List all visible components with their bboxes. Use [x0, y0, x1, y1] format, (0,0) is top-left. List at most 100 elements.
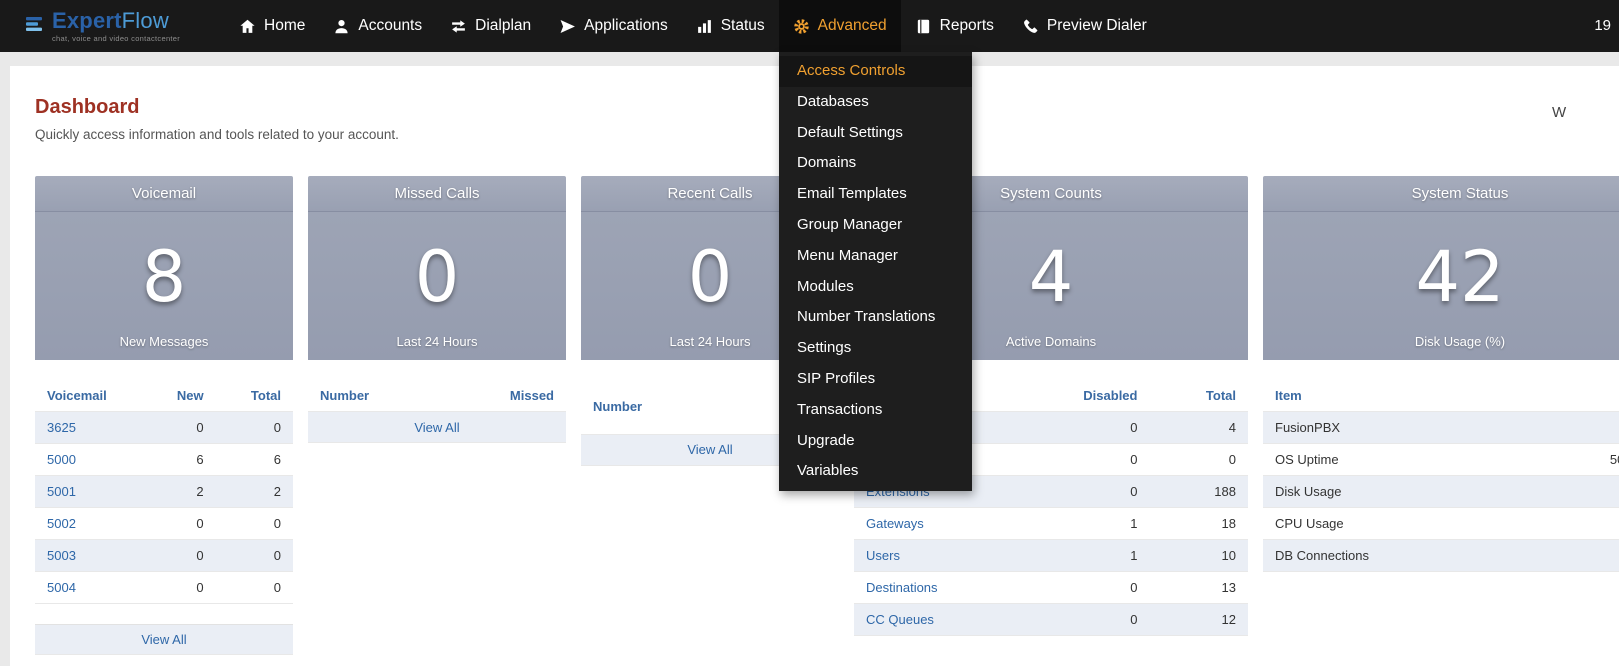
- status-item: FusionPBX: [1263, 412, 1598, 444]
- brand-logo-text: ExpertFlow chat, voice and video contact…: [52, 10, 180, 43]
- cell-total: 2: [216, 476, 293, 508]
- panel-missed-calls: Missed Calls 0 Last 24 Hours Number Miss…: [308, 176, 566, 443]
- main-nav: Home Accounts Dialplan Applications Stat…: [225, 0, 1161, 52]
- brand-name-primary: Expert: [52, 8, 122, 33]
- column-header-value: [1598, 380, 1619, 412]
- count-item-link[interactable]: Destinations: [866, 580, 938, 595]
- nav-item-home[interactable]: Home: [225, 0, 319, 52]
- table-row: CC Queues 0 12: [854, 604, 1248, 636]
- count-item-link[interactable]: Users: [866, 548, 900, 563]
- count-item-link[interactable]: CC Queues: [866, 612, 934, 627]
- advanced-dropdown: Access Controls Databases Default Settin…: [779, 52, 972, 491]
- column-header-item: Item: [1263, 380, 1598, 412]
- voicemail-table: Voicemail New Total 3625 0 0 5000 6 6: [35, 380, 293, 604]
- panel-system-status-title: System Status: [1263, 176, 1619, 212]
- dropdown-item-default-settings[interactable]: Default Settings: [779, 118, 972, 149]
- dropdown-item-settings[interactable]: Settings: [779, 333, 972, 364]
- column-header-new: New: [149, 380, 216, 412]
- voicemail-ext-link[interactable]: 5001: [47, 484, 76, 499]
- voicemail-ext-link[interactable]: 5000: [47, 452, 76, 467]
- home-icon: [239, 18, 256, 35]
- gear-icon: [793, 18, 810, 35]
- brand-name: ExpertFlow: [52, 10, 180, 32]
- table-row: Users 1 10: [854, 540, 1248, 572]
- table-row: 5001 2 2: [35, 476, 293, 508]
- nav-item-accounts[interactable]: Accounts: [319, 0, 436, 52]
- nav-item-label: Advanced: [818, 17, 887, 35]
- panel-voicemail-figure: 8 New Messages: [35, 212, 293, 360]
- nav-item-status[interactable]: Status: [682, 0, 779, 52]
- table-header-row: Number Missed: [308, 380, 566, 412]
- cell-new: 0: [149, 412, 216, 444]
- cell-total: 12: [1149, 604, 1248, 636]
- table-row: 5000 6 6: [35, 444, 293, 476]
- column-header-voicemail: Voicemail: [35, 380, 149, 412]
- cell-new: 2: [149, 476, 216, 508]
- system-counts-count: 4: [1029, 242, 1074, 312]
- nav-item-reports[interactable]: Reports: [901, 0, 1008, 52]
- brand-logo-icon: [26, 16, 43, 37]
- dropdown-item-domains[interactable]: Domains: [779, 148, 972, 179]
- panel-missed-calls-figure: 0 Last 24 Hours: [308, 212, 566, 360]
- status-item: OS Uptime: [1263, 444, 1598, 476]
- status-value: [1598, 412, 1619, 444]
- count-item-link[interactable]: Gateways: [866, 516, 924, 531]
- cell-total: 6: [216, 444, 293, 476]
- table-row: Disk Usage: [1263, 476, 1619, 508]
- dropdown-item-menu-manager[interactable]: Menu Manager: [779, 241, 972, 272]
- dropdown-item-sip-profiles[interactable]: SIP Profiles: [779, 364, 972, 395]
- panel-missed-calls-title: Missed Calls: [308, 176, 566, 212]
- cell-total: 4: [1149, 412, 1248, 444]
- nav-item-preview-dialer[interactable]: Preview Dialer: [1008, 0, 1161, 52]
- cell-new: 0: [149, 508, 216, 540]
- missed-calls-table: Number Missed: [308, 380, 566, 412]
- missed-calls-caption: Last 24 Hours: [308, 334, 566, 349]
- dropdown-item-number-translations[interactable]: Number Translations: [779, 302, 972, 333]
- nav-item-label: Dialplan: [475, 17, 531, 35]
- voicemail-ext-link[interactable]: 5003: [47, 548, 76, 563]
- cell-new: 0: [149, 572, 216, 604]
- voicemail-view-all-row: View All: [35, 624, 293, 655]
- table-row: FusionPBX: [1263, 412, 1619, 444]
- view-all-link[interactable]: View All: [414, 420, 459, 435]
- table-header-row: Item: [1263, 380, 1619, 412]
- view-all-link[interactable]: View All: [687, 442, 732, 457]
- reports-icon: [915, 18, 932, 35]
- chart-icon: [696, 18, 713, 35]
- dropdown-item-databases[interactable]: Databases: [779, 87, 972, 118]
- status-value: 50: [1598, 444, 1619, 476]
- cell-disabled: 1: [1035, 508, 1149, 540]
- cell-total: 0: [216, 412, 293, 444]
- nav-item-advanced[interactable]: Advanced: [779, 0, 901, 52]
- table-row: 5003 0 0: [35, 540, 293, 572]
- nav-item-label: Preview Dialer: [1047, 17, 1147, 35]
- dropdown-item-access-controls[interactable]: Access Controls: [779, 56, 972, 87]
- view-all-link[interactable]: View All: [141, 632, 186, 647]
- voicemail-ext-link[interactable]: 3625: [47, 420, 76, 435]
- voicemail-ext-link[interactable]: 5004: [47, 580, 76, 595]
- status-item: DB Connections: [1263, 540, 1598, 572]
- status-value: [1598, 540, 1619, 572]
- panel-voicemail-title: Voicemail: [35, 176, 293, 212]
- status-item: CPU Usage: [1263, 508, 1598, 540]
- cell-total: 0: [1149, 444, 1248, 476]
- brand-tagline: chat, voice and video contactcenter: [52, 35, 180, 43]
- dropdown-item-variables[interactable]: Variables: [779, 456, 972, 487]
- cell-total: 10: [1149, 540, 1248, 572]
- dropdown-item-upgrade[interactable]: Upgrade: [779, 426, 972, 457]
- nav-item-applications[interactable]: Applications: [545, 0, 682, 52]
- dropdown-item-modules[interactable]: Modules: [779, 272, 972, 303]
- phone-icon: [1022, 18, 1039, 35]
- dropdown-item-email-templates[interactable]: Email Templates: [779, 179, 972, 210]
- voicemail-ext-link[interactable]: 5002: [47, 516, 76, 531]
- column-header-total: Total: [1149, 380, 1248, 412]
- welcome-text: W: [1552, 104, 1566, 121]
- voicemail-caption: New Messages: [35, 334, 293, 349]
- dropdown-item-transactions[interactable]: Transactions: [779, 395, 972, 426]
- cell-total: 0: [216, 508, 293, 540]
- cell-new: 6: [149, 444, 216, 476]
- dropdown-item-group-manager[interactable]: Group Manager: [779, 210, 972, 241]
- nav-item-dialplan[interactable]: Dialplan: [436, 0, 545, 52]
- brand-logo[interactable]: ExpertFlow chat, voice and video contact…: [0, 0, 225, 52]
- top-navbar: ExpertFlow chat, voice and video contact…: [0, 0, 1619, 52]
